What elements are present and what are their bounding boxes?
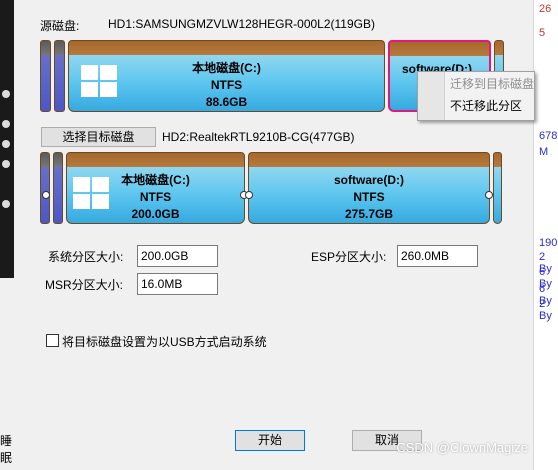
source-disk-name: HD1:SAMSUNGMZVLW128HEGR-000L2(119GB) [108, 17, 375, 31]
partition-msr[interactable] [53, 152, 63, 224]
partition-esp[interactable] [40, 40, 51, 112]
esp-partition-size-field[interactable]: 260.0MB [397, 245, 478, 267]
partition-fs: NTFS [139, 190, 172, 204]
esp-partition-size-label: ESP分区大小: [311, 250, 387, 264]
partition-name: software(D:) [333, 173, 404, 187]
partition-c[interactable]: 本地磁盘(C:) NTFS 200.0GB [66, 152, 248, 224]
partition-d[interactable]: software(D:) NTFS 275.7GB [245, 152, 493, 224]
partition-size: 275.7GB [344, 207, 394, 221]
partition-fs: NTFS [353, 190, 385, 204]
partition-c[interactable]: 本地磁盘(C:) NTFS 88.6GB [68, 40, 385, 112]
msr-partition-size-field[interactable]: 16.0MB [137, 273, 218, 295]
partition-size: 88.6GB [205, 95, 248, 109]
target-disk-bar: 本地磁盘(C:) NTFS 200.0GB software(D:) NTFS … [40, 152, 502, 224]
context-menu: 迁移到目标磁盘 不迁移此分区 [417, 71, 535, 121]
partition-recovery[interactable] [493, 152, 502, 224]
start-button[interactable]: 开始 [235, 430, 305, 451]
background-number: 26 [539, 3, 552, 15]
partition-esp[interactable] [40, 152, 50, 224]
dot-icon [2, 90, 10, 98]
background-number: 1905 [539, 237, 558, 249]
system-partition-size-label: 系统分区大小: [48, 250, 124, 264]
background-left-panel [0, 0, 14, 278]
background-number: 2 By [539, 298, 552, 322]
resize-handle-icon[interactable] [42, 191, 50, 199]
watermark-text: CSDN @ClownMagize [396, 440, 528, 455]
background-number: M [539, 146, 549, 158]
system-partition-size-field[interactable]: 200.0GB [137, 245, 218, 267]
usb-boot-label[interactable]: 将目标磁盘设置为以USB方式启动系统 [62, 333, 267, 350]
background-left-text: 睡眠 [0, 434, 13, 465]
dot-icon [2, 160, 10, 168]
resize-handle-icon[interactable] [485, 191, 493, 199]
background-number: 6789 [539, 130, 558, 142]
dot-icon [2, 140, 10, 148]
dot-icon [2, 200, 10, 208]
partition-fs: NTFS [210, 78, 243, 92]
partition-size: 200.0GB [131, 207, 180, 221]
select-target-disk-button[interactable]: 选择目标磁盘 [41, 127, 156, 147]
menu-item-migrate[interactable]: 迁移到目标磁盘 [418, 73, 534, 95]
background-right-panel: 26 5 6789 M 1905 2 By 6 By 6 By 2 By [533, 0, 558, 470]
background-number: 5 [539, 27, 546, 39]
menu-item-skip[interactable]: 不迁移此分区 [418, 95, 534, 117]
dot-icon [2, 120, 10, 128]
source-disk-label: 源磁盘: [40, 19, 80, 33]
msr-partition-size-label: MSR分区大小: [45, 278, 124, 292]
partition-name: 本地磁盘(C:) [192, 61, 261, 75]
target-disk-name: HD2:RealtekRTL9210B-CG(477GB) [162, 130, 355, 144]
partition-name: 本地磁盘(C:) [121, 173, 190, 187]
usb-boot-checkbox[interactable] [46, 334, 59, 347]
partition-msr[interactable] [54, 40, 65, 112]
